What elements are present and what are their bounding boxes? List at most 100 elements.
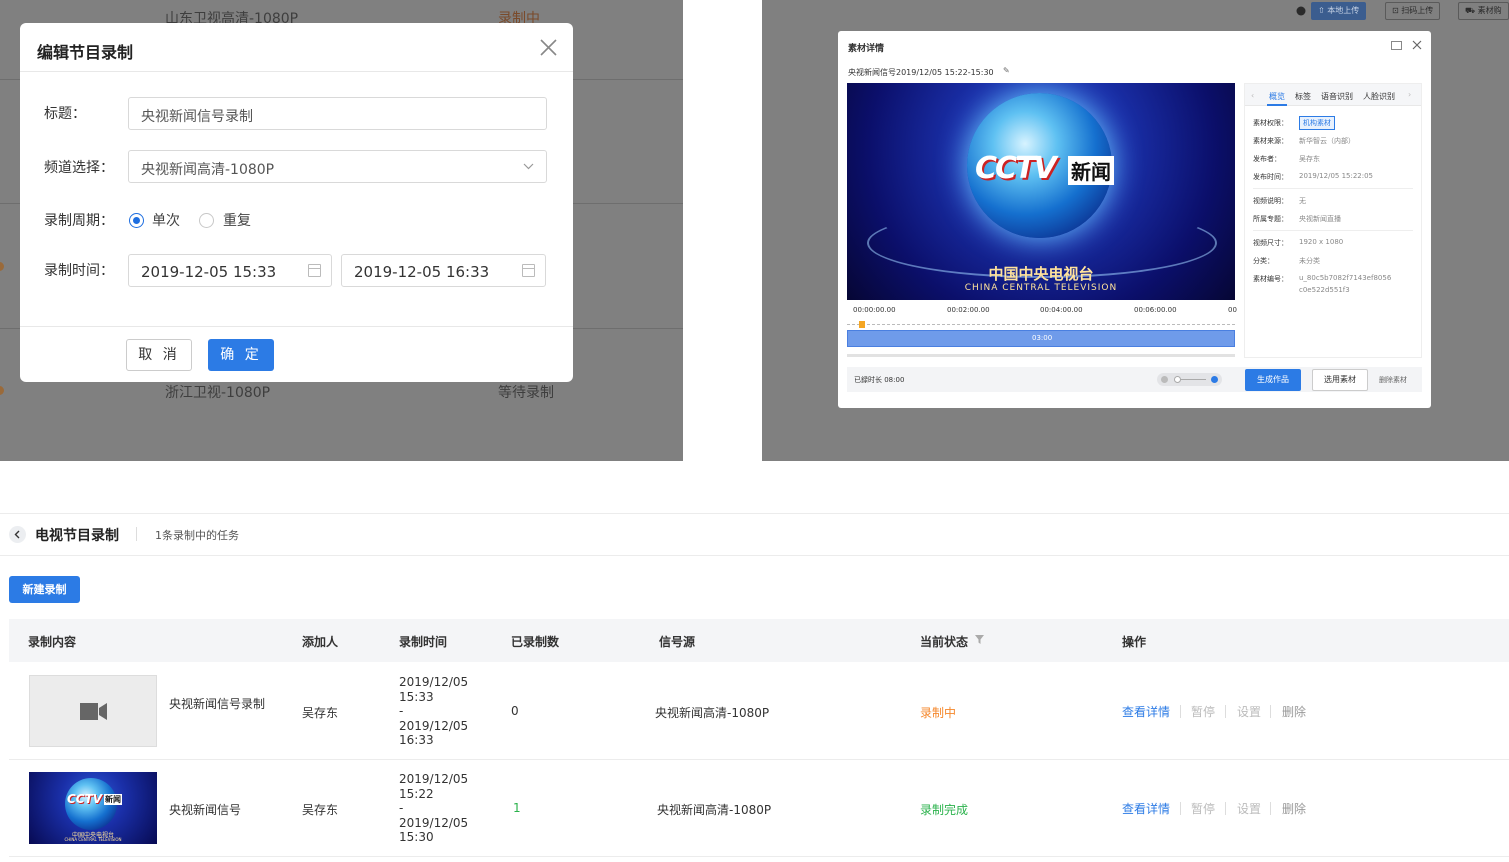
zoom-slider[interactable] [1157,373,1222,386]
info-value: 吴存东 [1299,155,1320,163]
material-cart-button[interactable]: ⛟ 素材购 [1458,2,1509,20]
row-time-dash: - [399,801,404,815]
time-label: 录制时间： [44,263,114,279]
zoom-out-icon[interactable] [1161,376,1168,383]
generate-work-button[interactable]: 生成作品 [1245,369,1301,391]
timeline-scrollbar[interactable] [847,354,1235,357]
row-count: 1 [513,801,521,815]
clip-title: 央视新闻信号2019/12/05 15:22-15:30 [848,68,994,77]
dialog-title: 编辑节目录制 [37,43,134,62]
new-recording-button[interactable]: 新建录制 [9,576,80,603]
thumbnail-image[interactable]: CCTV 新闻 中国中央电视台 CHINA CENTRAL TELEVISION [29,772,157,844]
row-time-dash: - [399,704,404,718]
start-time-value: 2019-12-05 15:33 [141,263,277,281]
title-input[interactable]: 央视新闻信号录制 [128,97,547,130]
info-value: 无 [1299,197,1306,205]
bg-bullet [0,262,4,271]
local-upload-button[interactable]: ⇧ 本地上传 [1311,2,1367,20]
thumbnail-placeholder[interactable] [29,675,157,747]
chevron-right-icon[interactable]: › [1408,90,1411,99]
cctv-logo: CCTV [975,151,1057,186]
col-header-adder: 添加人 [302,635,339,649]
help-icon[interactable] [1296,6,1306,16]
chevron-left-icon[interactable]: ‹ [1251,91,1254,100]
task-summary: 1条录制中的任务 [155,529,239,542]
pause-link[interactable]: 暂停 [1191,703,1215,720]
timeline-tick: 00 [1228,306,1237,314]
period-repeat-label[interactable]: 重复 [223,210,251,230]
row-name: 央视新闻信号录制 [169,697,266,711]
channel-select[interactable]: 央视新闻高清-1080P [128,150,547,183]
period-label: 录制周期： [44,213,114,229]
period-single-radio[interactable] [129,213,144,228]
edit-recording-dialog: 编辑节目录制 标题： 央视新闻信号录制 频道选择： 央视新闻高清-1080P 录… [20,23,573,382]
info-tabs: ‹ 概览 标签 语音识别 人脸识别 › [1245,84,1421,106]
channel-cn-name: 中国中央电视台 [988,265,1094,283]
settings-link[interactable]: 设置 [1237,703,1261,720]
channel-en-name: CHINA CENTRAL TELEVISION [64,837,122,842]
recorded-duration: 已録时长 08:00 [854,376,905,384]
view-details-link[interactable]: 查看详情 [1122,800,1170,817]
row-time-end-date: 2019/12/05 [399,815,469,830]
back-button[interactable] [9,526,26,543]
start-time-picker[interactable]: 2019-12-05 15:33 [128,254,332,287]
view-details-link[interactable]: 查看详情 [1122,703,1170,720]
playhead-marker[interactable] [859,321,865,328]
end-time-picker[interactable]: 2019-12-05 16:33 [341,254,546,287]
clip-range-bar[interactable]: 03:00 [847,330,1235,347]
video-player[interactable]: CCTV 新闻 中国中央电视台 CHINA CENTRAL TELEVISION [847,83,1235,300]
close-icon[interactable] [540,39,557,56]
info-key: 发布者： [1253,155,1281,163]
info-key: 发布时间： [1253,173,1288,181]
info-value: 机构素材 [1299,116,1335,130]
edit-recording-screenshot: 山东卫视高清-1080P 录制中 浙江卫视-1080P 等待录制 编辑节目录制 … [0,0,683,461]
news-logo: 新闻 [1068,156,1114,185]
zoom-in-icon[interactable] [1211,376,1218,383]
period-repeat-radio[interactable] [199,213,214,228]
calendar-icon [522,264,535,277]
info-key: 素材编号： [1253,275,1288,283]
select-material-button[interactable]: 选用素材 [1312,369,1368,391]
timeline-ruler [847,315,1235,325]
info-value: 新华智云（内部） [1299,137,1355,145]
info-key: 视频尺寸： [1253,239,1288,247]
title-label: 标题： [44,106,86,122]
confirm-button[interactable]: 确 定 [208,339,274,371]
scan-upload-button[interactable]: ⊡ 扫码上传 [1385,2,1441,20]
page-title: 电视节目录制 [35,528,119,544]
settings-link[interactable]: 设置 [1237,800,1261,817]
tab-speech[interactable]: 语音识别 [1321,91,1353,102]
col-header-count: 已录制数 [511,635,560,649]
title-divider [136,527,137,541]
status-badge: 录制中 [920,706,957,720]
close-icon[interactable] [1412,40,1422,50]
scan-upload-label: 扫码上传 [1401,6,1434,15]
row-divider [9,759,1509,760]
tab-face[interactable]: 人脸识别 [1363,91,1395,102]
cancel-button[interactable]: 取 消 [126,339,192,371]
filter-icon[interactable] [975,635,984,644]
info-key: 分类： [1253,257,1274,265]
info-key: 素材权限： [1253,119,1288,127]
channel-label: 频道选择： [44,160,114,176]
action-divider [1180,802,1181,815]
tab-overview[interactable]: 概览 [1269,91,1285,102]
row-source: 央视新闻高清-1080P [655,706,770,720]
pause-link[interactable]: 暂停 [1191,800,1215,817]
delete-material-link[interactable]: 删除素材 [1379,375,1407,385]
info-divider [1253,230,1413,231]
col-header-source: 信号源 [659,635,696,649]
tab-tags[interactable]: 标签 [1295,91,1311,102]
dialog-header: 编辑节目录制 [20,23,573,72]
row-adder: 吴存东 [302,803,339,817]
timeline-tick: 00:06:00.00 [1134,306,1177,314]
fullscreen-icon[interactable] [1391,41,1402,50]
calendar-icon [308,264,321,277]
end-time-value: 2019-12-05 16:33 [354,263,490,281]
delete-link[interactable]: 删除 [1282,703,1306,720]
info-value: 央视新闻直播 [1299,215,1341,223]
zoom-thumb[interactable] [1174,376,1181,383]
period-single-label[interactable]: 单次 [152,210,180,230]
delete-link[interactable]: 删除 [1282,800,1306,817]
edit-pencil-icon[interactable]: ✎ [1003,66,1010,75]
